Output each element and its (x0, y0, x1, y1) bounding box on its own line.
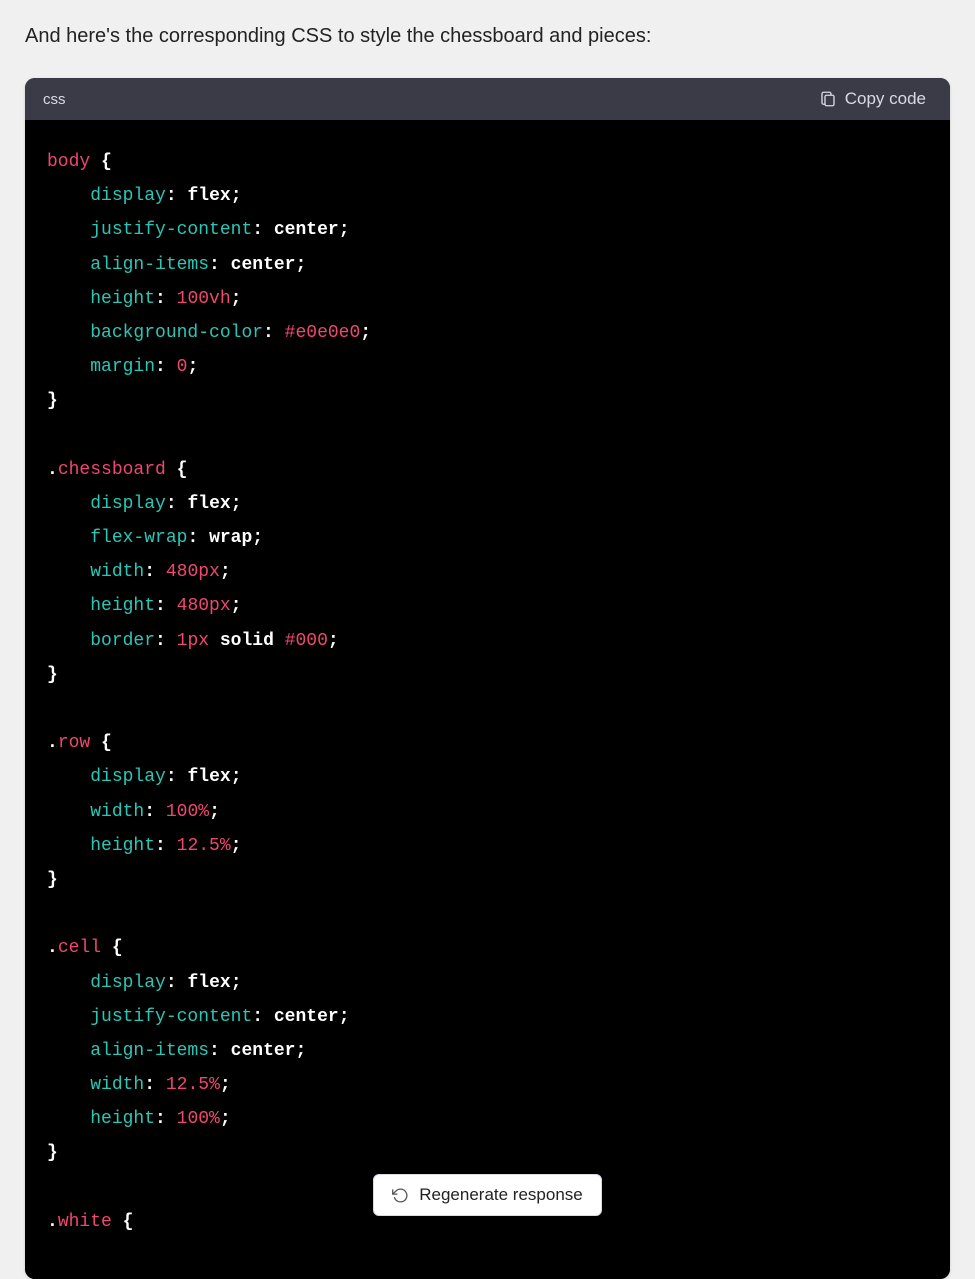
language-label: css (43, 91, 66, 108)
regenerate-icon (392, 1187, 409, 1204)
intro-text: And here's the corresponding CSS to styl… (25, 25, 950, 48)
clipboard-icon (819, 90, 837, 108)
copy-code-label: Copy code (845, 89, 926, 109)
code-block: css Copy code body { display: flex; just… (25, 78, 950, 1279)
copy-code-button[interactable]: Copy code (813, 88, 932, 110)
regenerate-label: Regenerate response (419, 1185, 583, 1205)
regenerate-response-button[interactable]: Regenerate response (373, 1174, 602, 1216)
code-header: css Copy code (25, 78, 950, 120)
code-content: body { display: flex; justify-content: c… (25, 120, 950, 1279)
